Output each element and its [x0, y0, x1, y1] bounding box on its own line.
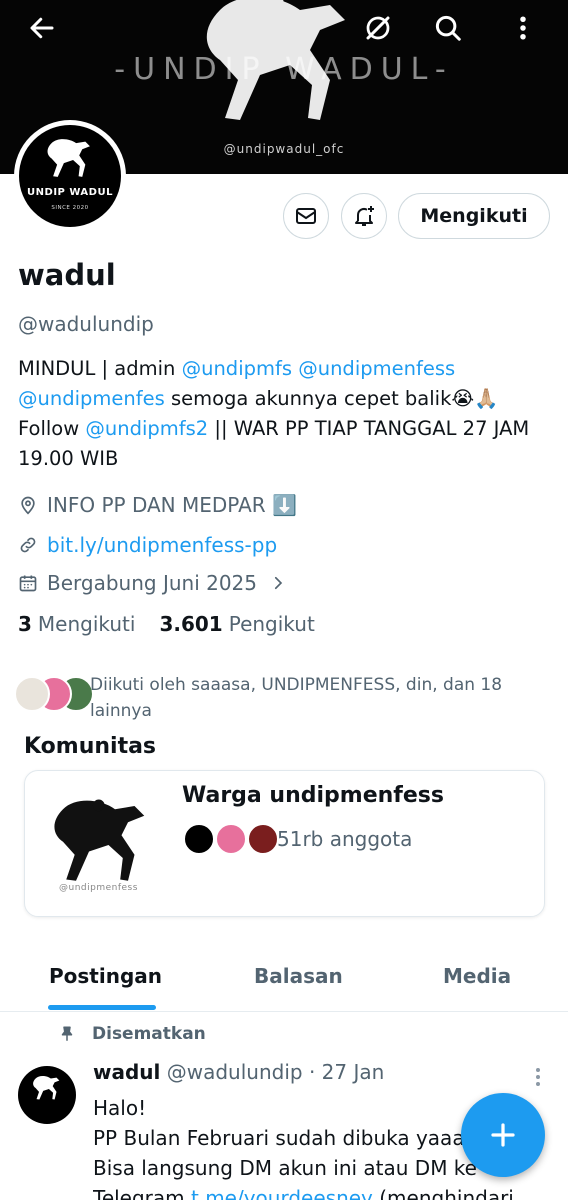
search-icon [435, 15, 461, 41]
avatar-image: UNDIP WADUL SINCE 2020 [19, 125, 121, 227]
bio-text: MINDUL | admin [18, 357, 182, 380]
location-row: INFO PP DAN MEDPAR ⬇️ [18, 493, 297, 517]
post-more-icon[interactable] [528, 1062, 548, 1092]
followers-count: 3.601 [159, 612, 223, 636]
link-row[interactable]: bit.ly/undipmenfess-pp [18, 533, 277, 557]
mention-link[interactable]: @undipmenfes [18, 387, 165, 410]
calendar-icon [19, 575, 37, 592]
more-vertical-icon [520, 16, 526, 40]
joined-row[interactable]: Bergabung Juni 2025 [18, 571, 287, 595]
post-author-name[interactable]: wadul [93, 1060, 160, 1084]
member-avatar [215, 823, 247, 855]
mail-icon [296, 208, 316, 224]
link-icon [20, 537, 36, 553]
bio-text: semoga akunnya cepet balik😭🙏🏼 [164, 387, 499, 410]
mention-link[interactable]: @undipmfs [182, 357, 292, 380]
search-button[interactable] [428, 8, 468, 48]
post-header: wadul @wadulundip · 27 Jan [93, 1060, 384, 1084]
followers-label: Pengikut [228, 612, 315, 636]
member-avatar [183, 823, 215, 855]
following-stat[interactable]: 3 Mengikuti [18, 612, 135, 636]
mention-link[interactable]: @undipmenfess [298, 357, 455, 380]
profile-stats: 3 Mengikuti 3.601 Pengikut [18, 612, 339, 636]
location-text: INFO PP DAN MEDPAR ⬇️ [47, 493, 297, 517]
notify-button[interactable] [341, 193, 387, 239]
pinned-label: Disematkan [92, 1024, 206, 1044]
more-button[interactable] [503, 8, 543, 48]
followed-by-text: Diikuti oleh saaasa, UNDIPMENFESS, din, … [90, 675, 503, 721]
display-name: wadul [18, 258, 116, 292]
chevron-right-icon [274, 576, 283, 590]
horse-logo [47, 139, 90, 177]
tab-media[interactable]: Media [443, 964, 511, 988]
post-author-handle[interactable]: @wadulundip [167, 1060, 303, 1084]
post-time[interactable]: · 27 Jan [309, 1060, 384, 1084]
profile-tabs: Postingan Balasan Media [0, 948, 568, 1012]
active-tab-indicator [48, 1005, 156, 1010]
post-line-text: (menghindari [372, 1186, 514, 1200]
horse-logo [33, 1076, 60, 1100]
mention-link[interactable]: @undipmfs2 [85, 417, 208, 440]
avatar[interactable]: UNDIP WADUL SINCE 2020 [14, 120, 126, 232]
banner-title: -UNDIP WADUL- [114, 52, 454, 87]
pin-icon [61, 1026, 73, 1041]
follower-avatar [14, 676, 50, 712]
following-button[interactable]: Mengikuti [398, 193, 550, 239]
community-members: 51rb anggota [277, 827, 413, 851]
compose-button[interactable] [461, 1093, 545, 1177]
profile-handle: @wadulundip [18, 312, 154, 336]
grok-icon [366, 16, 390, 40]
post-line: Telegram t.me/yourdeesney (menghindari [93, 1183, 563, 1200]
post-line-text: Telegram [93, 1186, 191, 1200]
profile-bio: MINDUL | admin @undipmfs @undipmenfess @… [18, 354, 548, 474]
message-button[interactable] [283, 193, 329, 239]
tab-posts[interactable]: Postingan [49, 964, 162, 988]
avatar-name: UNDIP WADUL [27, 187, 113, 198]
arrow-left-icon [30, 17, 54, 39]
location-pin-icon [21, 496, 35, 515]
following-label: Mengikuti [37, 612, 136, 636]
tab-replies[interactable]: Balasan [254, 964, 343, 988]
back-button[interactable] [22, 8, 62, 48]
communities-title: Komunitas [24, 734, 157, 759]
profile-link[interactable]: bit.ly/undipmenfess-pp [47, 533, 277, 557]
bell-plus-icon [355, 206, 374, 226]
member-avatar [247, 823, 279, 855]
pinned-label-row: Disematkan [58, 1024, 206, 1044]
post-avatar[interactable] [18, 1066, 76, 1124]
avatar-since: SINCE 2020 [51, 205, 89, 211]
followers-stat[interactable]: 3.601 Pengikut [159, 612, 314, 636]
joined-text: Bergabung Juni 2025 [47, 571, 258, 595]
bio-text: Follow [18, 417, 86, 440]
telegram-link[interactable]: t.me/yourdeesney [191, 1186, 373, 1200]
community-name: Warga undipmenfess [182, 783, 444, 808]
grok-button[interactable] [358, 8, 398, 48]
community-watermark: @undipmenfess [59, 883, 138, 893]
following-count: 3 [18, 612, 32, 636]
plus-icon [491, 1123, 515, 1147]
community-card[interactable]: @undipmenfess Warga undipmenfess 51rb an… [24, 770, 545, 917]
